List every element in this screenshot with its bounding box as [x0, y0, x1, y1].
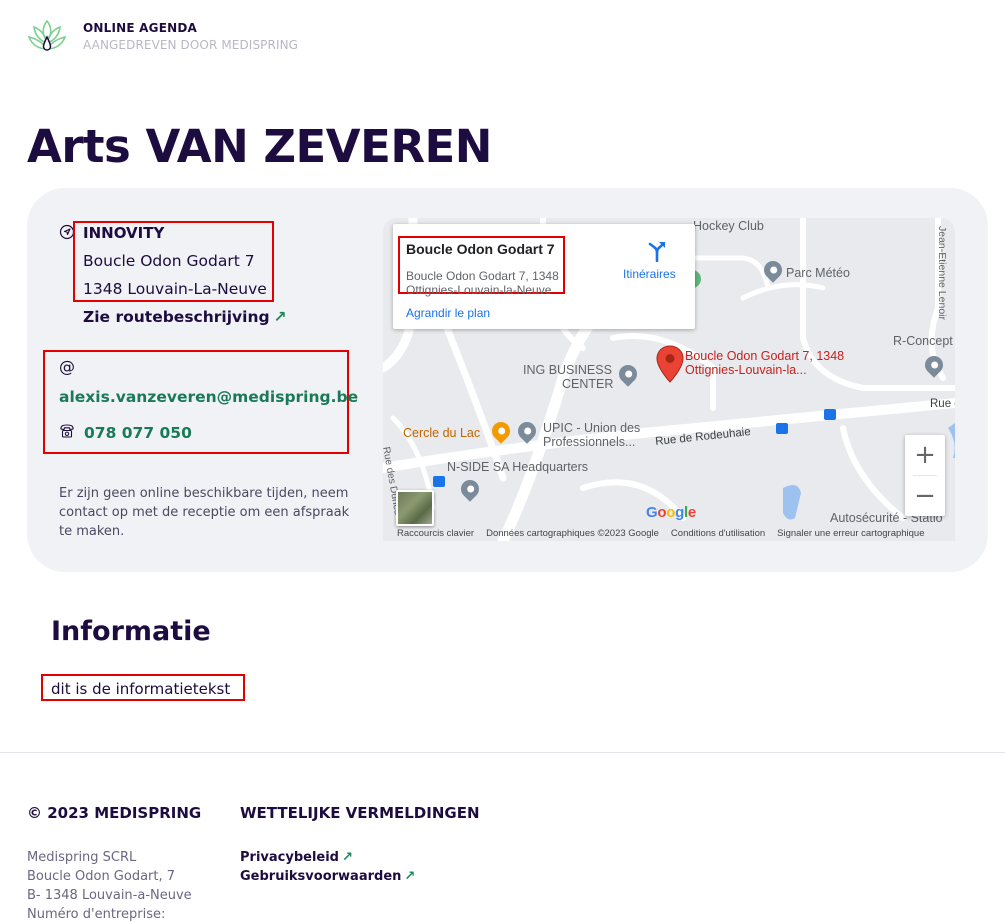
availability-notice: Er zijn geen online beschikbare tijden, … — [59, 486, 350, 539]
route-link-label: Zie routebeschrijving — [83, 308, 270, 326]
info-text: dit is de informatietekst — [51, 680, 231, 698]
page-title: Arts VAN ZEVEREN — [27, 120, 492, 173]
enlarge-map-link[interactable]: Agrandir le plan — [406, 306, 490, 320]
practice-name: INNOVITY — [83, 224, 165, 242]
terms-link[interactable]: Gebruiksvoorwaarden ↗ — [240, 869, 415, 884]
google-logo: Google — [646, 504, 696, 521]
marker-label-1: Boucle Odon Godart 7, 1348 — [685, 349, 845, 363]
map-label-rue: Rue d — [930, 398, 955, 410]
directions-icon[interactable] — [646, 240, 668, 262]
map-label-hockey: Hockey Club — [693, 219, 764, 233]
map-label-parc: Parc Météo — [786, 266, 850, 280]
marker-label-2: Ottignies-Louvain-la... — [685, 363, 807, 377]
map-embed[interactable]: Hockey Club Parc Météo R-Concept ING BUS… — [383, 218, 955, 541]
site-header: ONLINE AGENDA AANGEDREVEN DOOR MEDISPRIN… — [26, 14, 298, 58]
phone-link[interactable]: 078 077 050 — [84, 424, 192, 442]
map-label-nside: N-SIDE SA Headquarters — [447, 460, 589, 474]
route-link[interactable]: Zie routebeschrijving ↗ — [83, 308, 287, 326]
at-icon: @ — [59, 357, 75, 376]
zoom-control: + − — [905, 435, 945, 516]
external-arrow-icon: ↗ — [273, 308, 287, 326]
privacy-link[interactable]: Privacybeleid ↗ — [240, 850, 353, 865]
map-label-cercle: Cercle du Lac — [403, 426, 481, 440]
address-street: Boucle Odon Godart 7 — [83, 252, 255, 270]
phone-icon — [60, 424, 74, 438]
footer-legal-title: WETTELIJKE VERMELDINGEN — [240, 804, 480, 822]
map-shortcuts-link[interactable]: Raccourcis clavier — [397, 528, 474, 539]
zoom-in-button[interactable]: + — [905, 435, 945, 475]
satellite-thumbnail[interactable] — [396, 490, 434, 526]
zoom-out-button[interactable]: − — [905, 476, 945, 516]
info-heading: Informatie — [51, 616, 211, 647]
map-label-lenoir: Jean-Etienne Lenoir — [936, 226, 948, 320]
terms-link-label: Gebruiksvoorwaarden — [240, 869, 402, 884]
external-arrow-icon: ↗ — [341, 850, 353, 865]
popup-title: Boucle Odon Godart 7 — [406, 241, 555, 257]
privacy-link-label: Privacybeleid — [240, 850, 339, 865]
footer-divider — [0, 752, 1005, 753]
footer-street: Boucle Odon Godart, 7 — [27, 869, 176, 884]
footer-copyright: © 2023 MEDISPRING — [27, 804, 202, 822]
popup-address-1: Boucle Odon Godart 7, 1348 — [406, 269, 559, 283]
map-report-link[interactable]: Signaler une erreur cartographique — [777, 528, 924, 539]
map-label-upic-2: Professionnels... — [543, 435, 636, 449]
map-label-ing-2: CENTER — [562, 377, 614, 391]
footer-city: B- 1348 Louvain-a-Neuve — [27, 888, 192, 903]
brand-subtitle: AANGEDREVEN DOOR MEDISPRING — [83, 37, 299, 52]
address-city: 1348 Louvain-La-Neuve — [83, 280, 267, 298]
brand-title: ONLINE AGENDA — [83, 20, 197, 35]
map-label-ing-1: ING BUSINESS — [523, 363, 612, 377]
footer-enterprise: Numéro d'entreprise: — [27, 907, 166, 922]
directions-link[interactable]: Itinéraires — [623, 267, 676, 281]
lotus-logo-icon[interactable] — [26, 15, 68, 57]
map-attribution: Raccourcis clavier Données cartographiqu… — [383, 525, 955, 541]
email-link[interactable]: alexis.vanzeveren@medispring.be — [59, 388, 358, 406]
popup-address-2: Ottignies-Louvain-la-Neuve — [406, 283, 552, 297]
map-label-rconcept: R-Concept — [893, 334, 953, 348]
external-arrow-icon: ↗ — [404, 869, 416, 884]
map-terms-link[interactable]: Conditions d'utilisation — [671, 528, 765, 539]
map-data-credit: Données cartographiques ©2023 Google — [486, 527, 659, 539]
map-info-popup: Boucle Odon Godart 7 Boucle Odon Godart … — [393, 224, 695, 329]
footer-company: Medispring SCRL — [27, 850, 137, 865]
location-marker-icon[interactable] — [656, 345, 684, 383]
map-label-upic-1: UPIC - Union des — [543, 421, 641, 435]
